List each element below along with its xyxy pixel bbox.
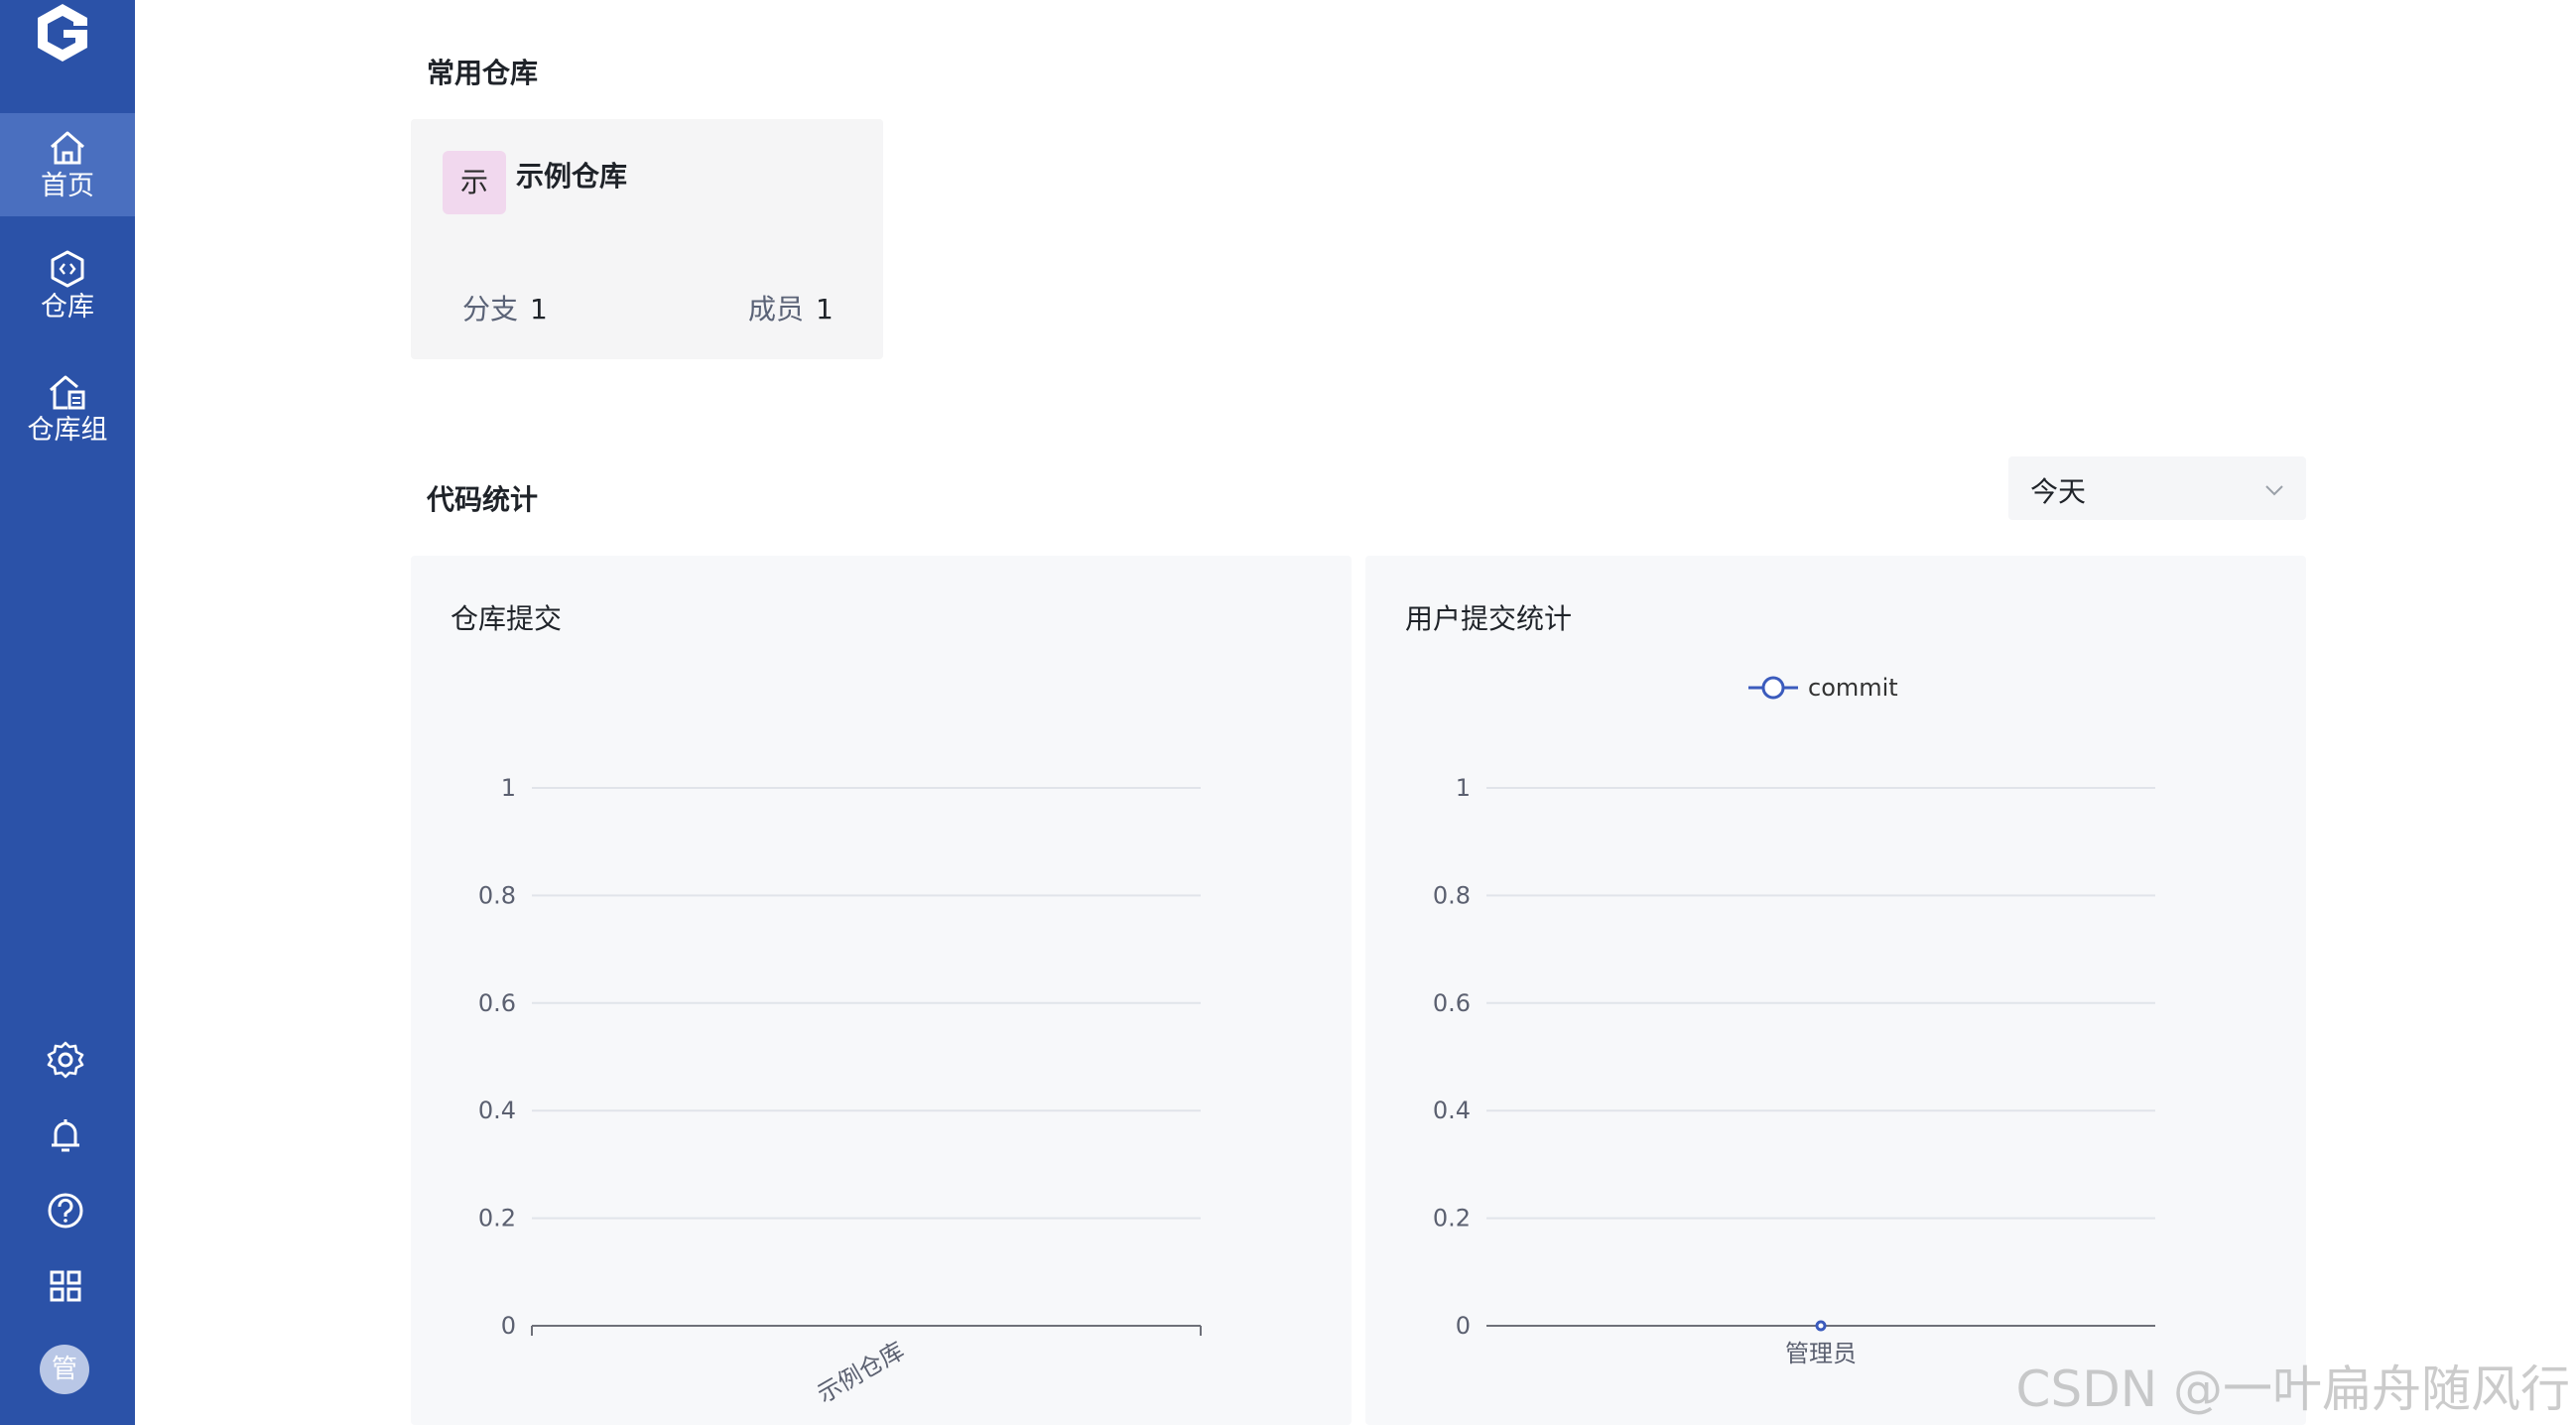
home-icon	[51, 131, 84, 165]
help-icon[interactable]	[44, 1189, 87, 1232]
branch-label: 分支	[462, 293, 519, 325]
member-count: 1	[816, 293, 834, 325]
member-label: 成员	[748, 293, 805, 325]
y-tick-label: 0.6	[1433, 989, 1471, 1017]
y-tick-label: 0	[1456, 1312, 1471, 1340]
y-tick-label: 0.8	[1433, 881, 1471, 909]
bell-icon[interactable]	[44, 1113, 87, 1157]
y-tick-label: 0	[501, 1312, 516, 1340]
y-tick-label: 0.4	[478, 1097, 516, 1124]
user-commit-chart: 0 0.2 0.4 0.6 0.8 1 管理员	[1433, 774, 2155, 1367]
branch-stat: 分支 1	[462, 288, 548, 327]
repo-icon	[51, 250, 84, 288]
y-tick-label: 1	[501, 774, 516, 802]
nav-repo-label: 仓库	[41, 292, 94, 323]
repo-commit-panel: 仓库提交 0 0.2 0.4 0.6 0.8 1 示例仓库	[411, 556, 1352, 1425]
user-commit-panel: 用户提交统计 commit 0 0.2 0.4 0.6 0.8 1 管理员	[1365, 556, 2306, 1425]
y-tick-label: 0.8	[478, 881, 516, 909]
nav-repo[interactable]: 仓库	[0, 234, 135, 337]
nav-repo-group-label: 仓库组	[27, 415, 108, 446]
nav-home-label: 首页	[41, 171, 94, 201]
y-tick-label: 0.2	[478, 1205, 516, 1232]
x-tick-label: 管理员	[1785, 1340, 1857, 1367]
period-select[interactable]: 今天	[2008, 456, 2306, 520]
avatar[interactable]: 管	[40, 1345, 89, 1394]
watermark: CSDN @一叶扁舟随风行	[2015, 1360, 2570, 1418]
nav-repo-group[interactable]: 仓库组	[0, 357, 135, 460]
data-point	[1815, 1320, 1827, 1332]
y-tick-label: 1	[1456, 774, 1471, 802]
repo-name[interactable]: 示例仓库	[516, 155, 627, 194]
apps-grid-icon[interactable]	[44, 1264, 87, 1308]
repo-badge: 示	[443, 151, 506, 214]
repo-card[interactable]: 示 示例仓库 分支 1 成员 1	[411, 119, 883, 359]
y-tick-label: 0.4	[1433, 1097, 1471, 1124]
sidebar: 首页 仓库 仓库组 管	[0, 0, 135, 1425]
nav-home[interactable]: 首页	[0, 113, 135, 216]
favorites-title: 常用仓库	[427, 57, 539, 89]
member-stat: 成员 1	[748, 288, 834, 327]
x-tick-label: 示例仓库	[813, 1337, 909, 1408]
repo-commit-chart: 0 0.2 0.4 0.6 0.8 1 示例仓库	[478, 774, 1202, 1408]
period-select-value: 今天	[2030, 475, 2087, 508]
branch-count: 1	[530, 293, 548, 325]
logo-icon[interactable]	[30, 0, 95, 65]
repo-group-icon	[50, 375, 85, 410]
y-tick-label: 0.6	[478, 989, 516, 1017]
stats-title: 代码统计	[427, 483, 539, 516]
gear-icon[interactable]	[44, 1038, 87, 1082]
y-tick-label: 0.2	[1433, 1205, 1471, 1232]
chevron-down-icon	[2265, 485, 2283, 496]
